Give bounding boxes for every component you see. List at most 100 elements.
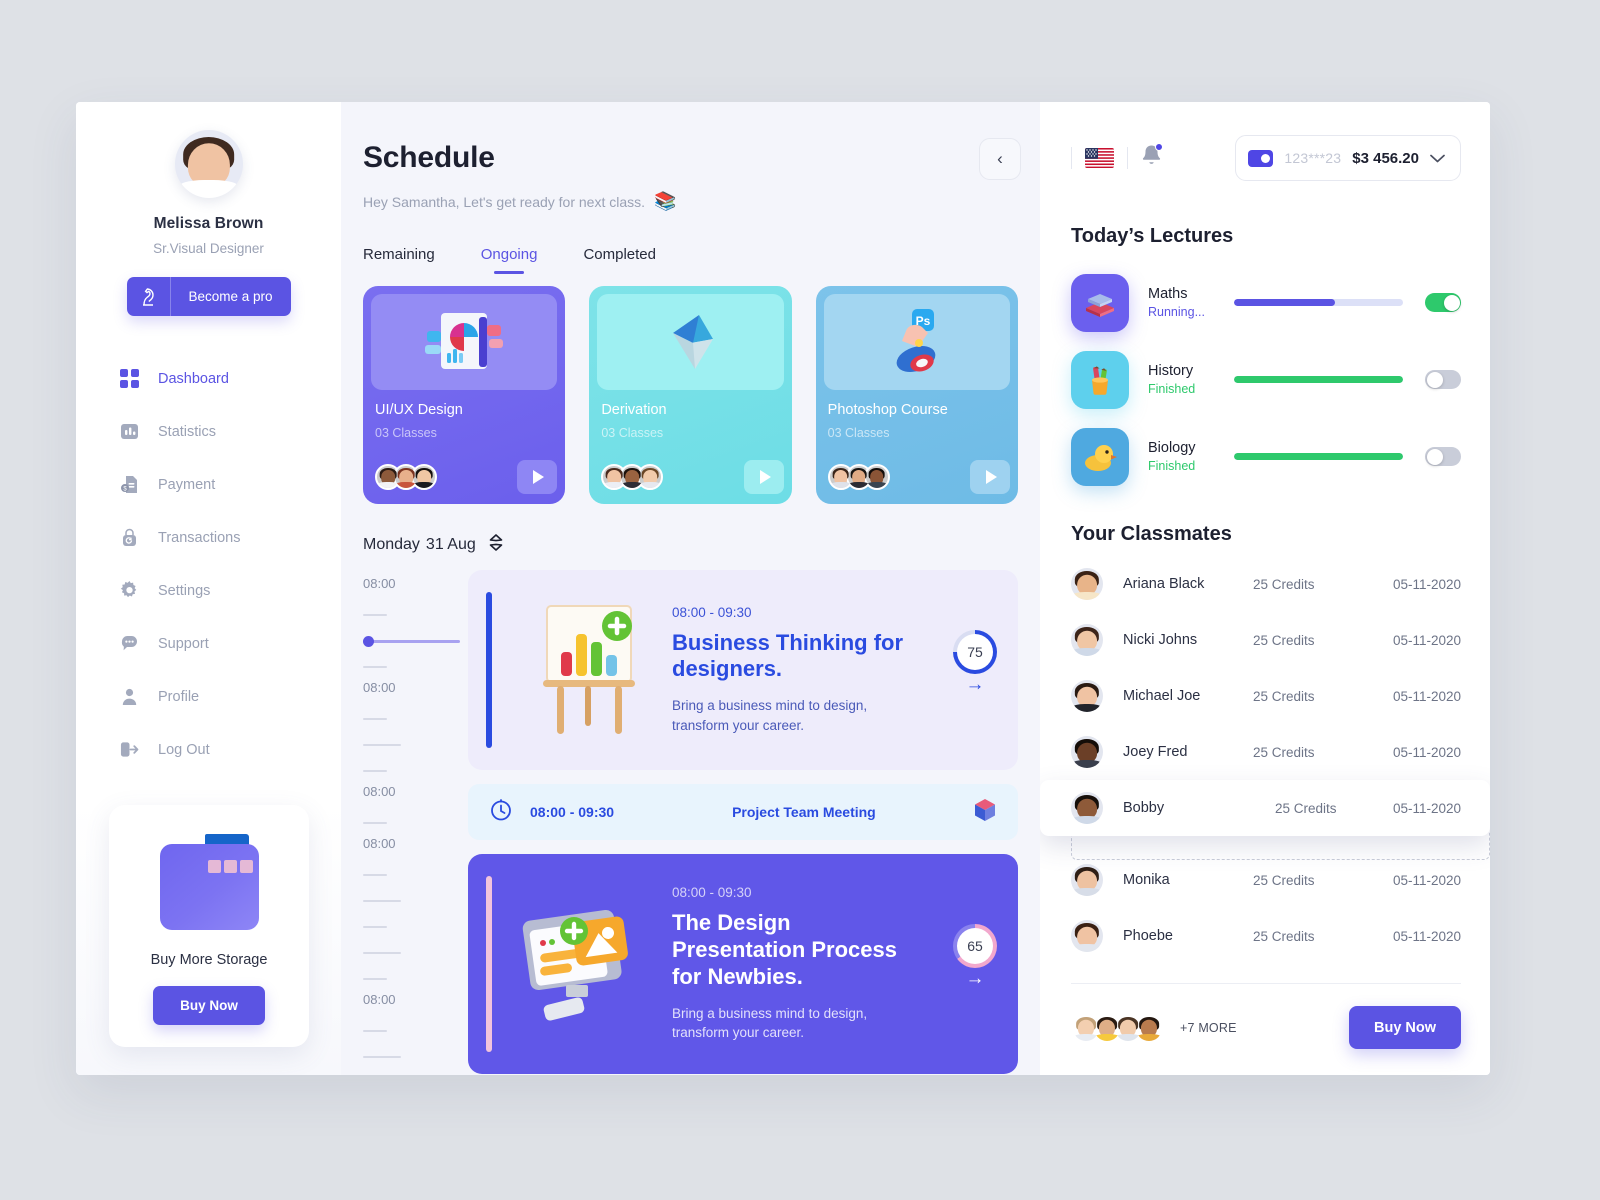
page-subtitle-text: Hey Samantha, Let's get ready for next c…	[363, 193, 646, 210]
timeline-slider[interactable]	[363, 628, 468, 654]
classmate-row[interactable]: Phoebe 25 Credits 05-11-2020	[1071, 908, 1461, 964]
analytics-chart-icon	[371, 294, 558, 390]
avatar	[1134, 1012, 1164, 1043]
books-icon: 📚	[654, 191, 677, 211]
monitor-image-icon	[502, 889, 672, 1039]
progress-ring: 65	[953, 924, 997, 968]
lecture-toggle[interactable]	[1425, 370, 1461, 389]
tab-remaining[interactable]: Remaining	[363, 246, 435, 274]
classmate-row[interactable]: Ariana Black 25 Credits 05-11-2020	[1071, 556, 1461, 612]
tick-mark	[363, 732, 468, 758]
classmate-row[interactable]: Monika 25 Credits 05-11-2020	[1071, 852, 1461, 908]
event-arrow-icon[interactable]: →	[966, 968, 985, 990]
course-classes: 03 Classes	[601, 426, 664, 440]
sort-updown-icon[interactable]	[489, 534, 503, 556]
event-accent-bar	[486, 876, 492, 1052]
meeting-time: 08:00 - 09:30	[530, 804, 615, 820]
divider	[1127, 147, 1128, 169]
avatar	[1071, 920, 1103, 952]
play-button[interactable]	[969, 460, 1010, 494]
course-card-footer	[375, 460, 558, 494]
classmate-row[interactable]: Nicki Johns 25 Credits 05-11-2020	[1071, 612, 1461, 668]
event-arrow-icon[interactable]: →	[966, 674, 985, 696]
classmate-date: 05-11-2020	[1392, 872, 1461, 888]
classmate-row-dragging[interactable]: Bobby 25 Credits 05-11-2020	[1040, 780, 1490, 836]
course-card[interactable]: Ps Photoshop Course 03 Classes	[815, 286, 1018, 504]
sidebar-item-statistics[interactable]: Statistics	[119, 405, 341, 458]
timeline: 08:00 08:00 08:00 08:00 08:00 08:00 - 09…	[363, 570, 1040, 1075]
event-card[interactable]: 08:00 - 09:30 Business Thinking for desi…	[468, 570, 1018, 770]
tick-mark	[363, 1070, 468, 1075]
lecture-meta: Biology Finished	[1148, 439, 1234, 475]
easel-bar-chart-icon	[502, 600, 672, 740]
event-time: 08:00 - 09:30	[672, 885, 752, 901]
sidebar-item-dashboard[interactable]: Dashboard	[119, 352, 341, 405]
page-subtitle: Hey Samantha, Let's get ready for next c…	[363, 191, 1040, 212]
meeting-title: Project Team Meeting	[732, 804, 876, 820]
course-classes: 03 Classes	[827, 426, 890, 440]
divider	[1071, 147, 1072, 169]
event-title: Business Thinking for designers.	[672, 629, 904, 682]
event-description: Bring a business mind to design, transfo…	[672, 698, 868, 733]
sidebar-item-profile[interactable]: Profile	[119, 670, 341, 723]
sidebar-item-settings[interactable]: Settings	[119, 564, 341, 617]
classmate-name: Phoebe	[1123, 928, 1173, 944]
lecture-toggle[interactable]	[1425, 447, 1461, 466]
lecture-row[interactable]: Maths Running...	[1071, 264, 1461, 341]
play-button[interactable]	[743, 460, 784, 494]
page-title: Schedule	[363, 141, 495, 174]
course-card[interactable]: Derivation 03 Classes	[589, 286, 792, 504]
course-card-footer	[601, 460, 784, 494]
us-flag-icon[interactable]	[1085, 148, 1114, 168]
classmate-row[interactable]: Joey Fred 25 Credits 05-11-2020	[1071, 724, 1461, 780]
tab-ongoing[interactable]: Ongoing	[481, 246, 537, 274]
credit-card-icon	[1248, 149, 1274, 167]
books-stack-icon	[1071, 273, 1129, 332]
tick-time: 08:00	[363, 576, 396, 591]
classmates-avatar-stack	[1071, 1012, 1164, 1043]
your-classmates-title: Your Classmates	[1071, 523, 1232, 545]
lecture-row[interactable]: History Finished	[1071, 341, 1461, 418]
classmate-credits: 25 Credits	[1253, 688, 1315, 704]
sidebar-item-payment[interactable]: $ Payment	[119, 458, 341, 511]
classmate-date: 05-11-2020	[1392, 632, 1461, 648]
event-list: 08:00 - 09:30 Business Thinking for desi…	[468, 570, 1018, 1075]
sidebar-item-label: Log Out	[158, 741, 210, 758]
tick-mark	[363, 654, 468, 680]
sidebar-item-label: Statistics	[158, 423, 217, 440]
course-title: Photoshop Course	[827, 402, 948, 418]
avatar	[1071, 568, 1103, 600]
avatar	[1071, 792, 1103, 824]
course-card[interactable]: UI/UX Design 03 Classes	[363, 286, 566, 504]
sidebar-item-support[interactable]: Support	[119, 617, 341, 670]
play-button[interactable]	[517, 460, 558, 494]
day-selector[interactable]: Monday 31 Aug	[363, 534, 1040, 556]
sidebar-item-label: Transactions	[158, 529, 241, 546]
event-card[interactable]: 08:00 - 09:30 The Design Presentation Pr…	[468, 854, 1018, 1074]
profile-avatar	[174, 130, 243, 198]
classmate-row[interactable]: Michael Joe 25 Credits 05-11-2020	[1071, 668, 1461, 724]
lecture-row[interactable]: Biology Finished	[1071, 418, 1461, 495]
tab-completed[interactable]: Completed	[583, 246, 656, 274]
become-a-pro-button[interactable]: Become a pro	[126, 277, 291, 316]
sidebar-item-log-out[interactable]: Log Out	[119, 723, 341, 776]
sidebar-item-transactions[interactable]: Transactions	[119, 511, 341, 564]
lecture-name: Biology	[1148, 439, 1196, 456]
chevron-down-icon[interactable]	[1430, 151, 1445, 166]
bell-icon[interactable]	[1141, 143, 1163, 172]
course-avatar-stack	[375, 464, 437, 490]
sidebar-item-label: Dashboard	[158, 370, 229, 387]
photoshop-hand-icon: Ps	[823, 294, 1010, 390]
progress-value: 75	[957, 634, 993, 670]
balance-amount: $3 456.20	[1352, 149, 1419, 167]
classmates-buy-now-button[interactable]: Buy Now	[1349, 1006, 1461, 1049]
meeting-row[interactable]: 08:00 - 09:30 Project Team Meeting	[468, 784, 1018, 840]
tick-time: 08:00	[363, 836, 396, 851]
lecture-toggle[interactable]	[1425, 293, 1461, 312]
right-panel-header: 123***23 $3 456.20	[1071, 135, 1461, 181]
balance-selector[interactable]: 123***23 $3 456.20	[1235, 135, 1461, 181]
storage-buy-now-button[interactable]: Buy Now	[153, 986, 265, 1025]
classmate-name: Bobby	[1123, 800, 1165, 816]
lecture-status: Finished	[1148, 381, 1196, 396]
back-button[interactable]: ‹	[979, 138, 1021, 180]
